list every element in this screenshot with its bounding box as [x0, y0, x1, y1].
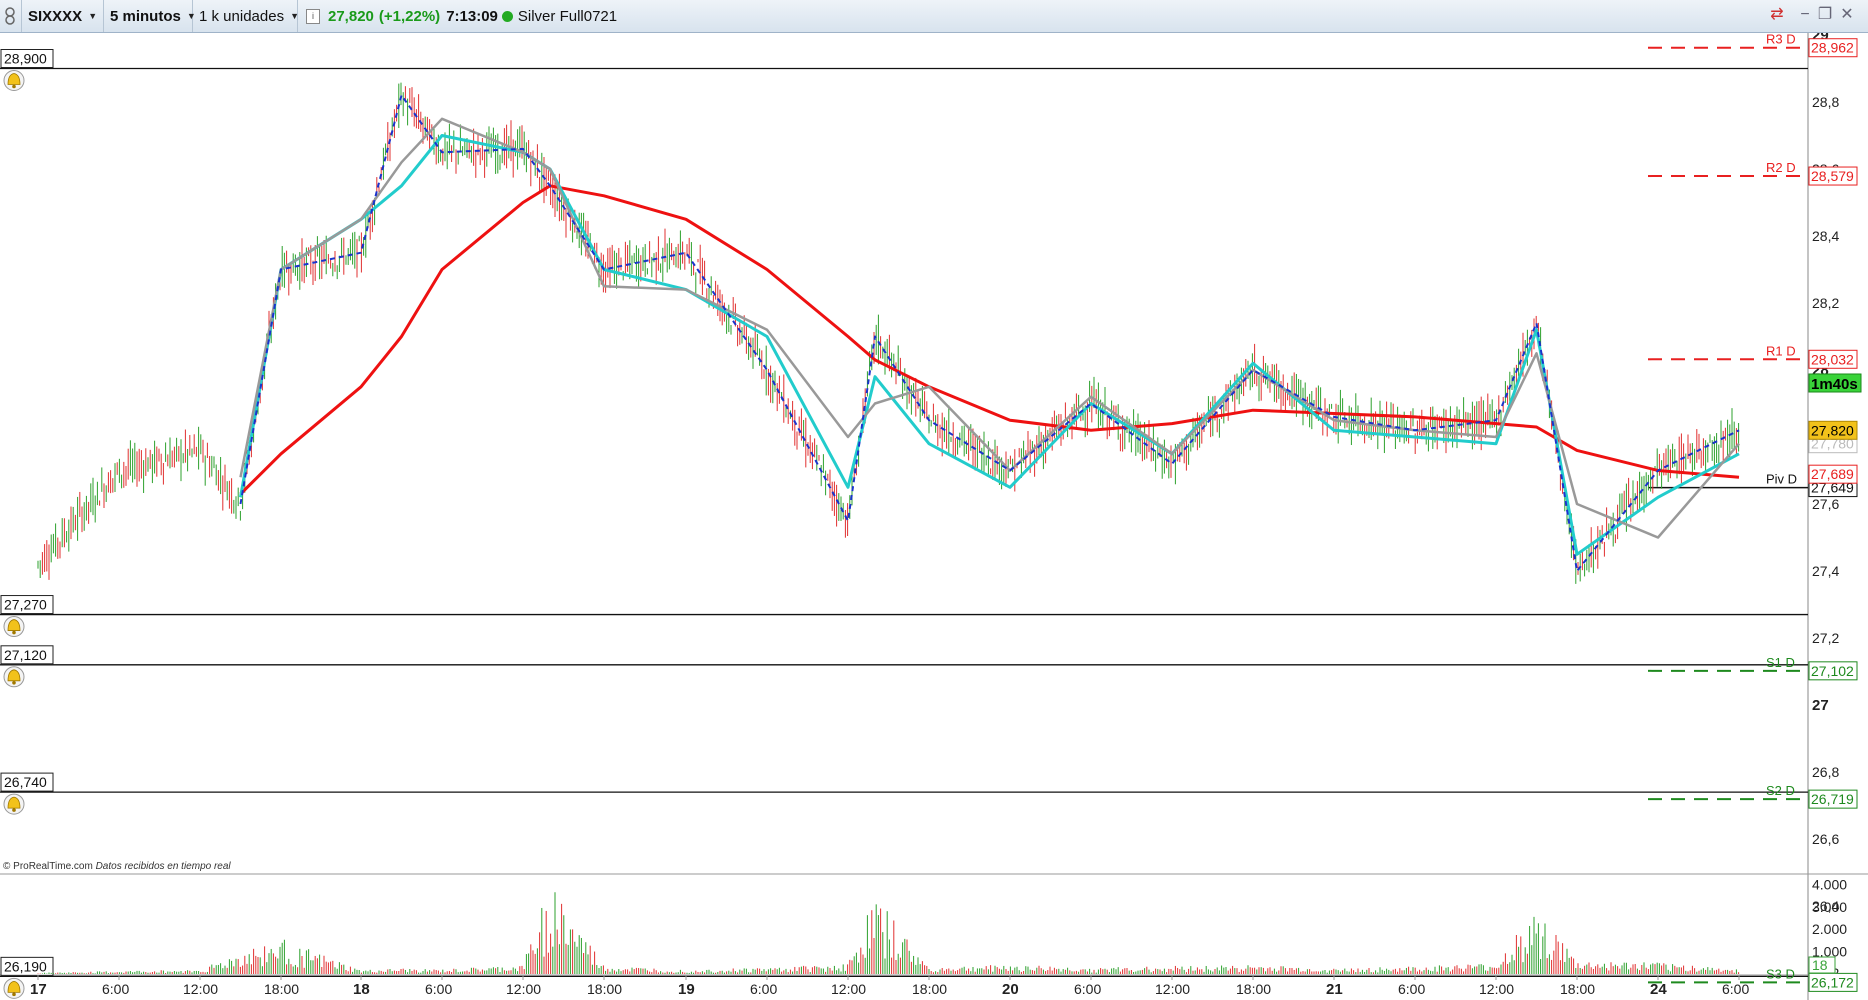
realtime-note: Datos recibidos en tiempo real — [95, 861, 231, 872]
countdown-badge: 1m40s — [1811, 376, 1858, 393]
y-tick-label: 26,8 — [1812, 764, 1839, 780]
pivot-label: R3 D — [1766, 33, 1796, 47]
bell-icon-clapper — [12, 992, 16, 997]
x-tick-label: 12:00 — [1479, 981, 1514, 997]
bell-icon-clapper — [12, 630, 16, 635]
x-tick-label: 6:00 — [102, 981, 129, 997]
y-tick-label: 28,2 — [1812, 295, 1839, 311]
pivot-label: S2 D — [1766, 783, 1795, 798]
instrument-name: Silver Full0721 — [517, 7, 618, 25]
sync-icon[interactable]: ⇄ — [1768, 6, 1786, 24]
y-tick-label: 28,4 — [1812, 228, 1839, 244]
x-tick-label: 24 — [1650, 981, 1667, 998]
pivot-label: R2 D — [1766, 160, 1796, 175]
units-dropdown[interactable]: 1 k unidades ▼ — [193, 0, 299, 32]
x-tick-label: 18:00 — [912, 981, 947, 997]
x-tick-label: 19 — [678, 981, 695, 998]
y-tick-label: 28,8 — [1812, 94, 1839, 110]
volume-tick-label: 2.000 — [1812, 921, 1847, 937]
symbol-label: SIXXXX — [28, 7, 83, 25]
y-tick-label: 27,2 — [1812, 630, 1839, 646]
ma-cyan-line — [239, 134, 1740, 556]
pivot-label: S3 D — [1766, 966, 1795, 981]
x-tick-label: 18 — [353, 981, 370, 998]
y-tick-label: 26,6 — [1812, 831, 1839, 847]
alert-value: 27,270 — [4, 597, 47, 613]
x-tick-label: 12:00 — [506, 981, 541, 997]
pivot-value: 27,102 — [1811, 663, 1854, 679]
pivot-value: 28,579 — [1811, 168, 1854, 184]
candles — [37, 82, 1740, 584]
bell-icon[interactable] — [3, 70, 25, 91]
interval-dropdown[interactable]: 5 minutos ▼ — [104, 0, 196, 32]
last-price: 27,820 — [328, 7, 374, 25]
grip-icon — [5, 7, 15, 25]
pivot-label: Piv D — [1766, 472, 1797, 487]
data-source-note: © ProRealTime.com Datos recibidos en tie… — [3, 861, 231, 872]
pivot-value: 28,962 — [1811, 40, 1854, 56]
y-tick-label: 27,4 — [1812, 563, 1839, 579]
bell-icon-clapper — [12, 84, 16, 89]
quote-time: 7:13:09 — [446, 7, 498, 25]
pivot-value: 26,172 — [1811, 974, 1854, 990]
x-tick-label: 12:00 — [831, 981, 866, 997]
x-tick-label: 6:00 — [1398, 981, 1425, 997]
volume-tick-label: 3.000 — [1812, 899, 1847, 915]
bell-icon[interactable] — [3, 666, 25, 688]
ma-red-line — [239, 184, 1740, 496]
bell-icon-clapper — [12, 681, 16, 685]
x-tick-label: 6:00 — [750, 981, 777, 997]
pivot-label: R1 D — [1766, 343, 1796, 358]
pivot-value: 28,032 — [1811, 351, 1854, 367]
price-chart[interactable]: 2928,828,628,428,22827,827,627,427,22726… — [0, 33, 1868, 1000]
chart-handle-icon[interactable] — [0, 0, 22, 32]
close-icon[interactable]: ✕ — [1838, 6, 1856, 24]
alert-value: 27,120 — [4, 647, 47, 663]
restore-icon[interactable]: ❐ — [1816, 6, 1834, 24]
ma-blue-dashed-line — [239, 94, 1740, 572]
x-tick-label: 18:00 — [1236, 981, 1271, 997]
source-label: © ProRealTime.com — [3, 861, 93, 872]
x-tick-label: 6:00 — [1074, 981, 1101, 997]
interval-label: 5 minutos — [110, 7, 181, 25]
y-tick-label: 27,6 — [1812, 496, 1839, 512]
chart-toolbar: SIXXXX ▼ 5 minutos ▼ 1 k unidades ▼ i 27,82… — [0, 0, 1868, 33]
x-tick-label: 18:00 — [587, 981, 622, 997]
x-tick-label: 21 — [1326, 981, 1343, 998]
volume-value-badge: 18 — [1812, 957, 1828, 973]
x-tick-label: 6:00 — [425, 981, 452, 997]
last-price-badge: 27,820 — [1811, 422, 1854, 438]
pivot-label: S1 D — [1766, 655, 1795, 670]
alert-value: 26,190 — [4, 958, 47, 974]
bell-icon[interactable] — [3, 793, 25, 815]
x-tick-label: 18:00 — [1560, 981, 1595, 997]
realtime-status-icon — [501, 10, 513, 22]
pivot-value: 26,719 — [1811, 791, 1854, 807]
price-change: (+1,22%) — [378, 7, 441, 25]
chevron-down-icon: ▼ — [88, 11, 98, 21]
minimize-icon[interactable]: − — [1796, 6, 1814, 24]
units-label: 1 k unidades — [199, 7, 285, 25]
ma-red-value-badge: 27,689 — [1811, 466, 1854, 482]
x-tick-label: 12:00 — [1155, 981, 1190, 997]
info-icon[interactable]: i — [306, 8, 320, 24]
ma-gray-line — [239, 117, 1740, 539]
alert-value: 26,740 — [4, 774, 47, 790]
symbol-dropdown[interactable]: SIXXXX ▼ — [22, 0, 104, 32]
bell-icon[interactable] — [3, 977, 25, 999]
x-tick-label: 12:00 — [183, 981, 218, 997]
bell-icon[interactable] — [3, 616, 25, 638]
x-tick-label: 18:00 — [264, 981, 299, 997]
bell-icon-clapper — [12, 808, 16, 812]
x-tick-label: 17 — [30, 981, 47, 998]
y-tick-label: 27 — [1812, 697, 1829, 714]
x-tick-label: 20 — [1002, 981, 1019, 998]
alert-value: 28,900 — [4, 51, 47, 67]
volume-tick-label: 4.000 — [1812, 876, 1847, 892]
quote-info: i 27,820 (+1,22%) 7:13:09 Silver Full072… — [298, 0, 623, 32]
volume-bars — [37, 892, 1740, 974]
x-tick-label: 6:00 — [1722, 981, 1749, 997]
